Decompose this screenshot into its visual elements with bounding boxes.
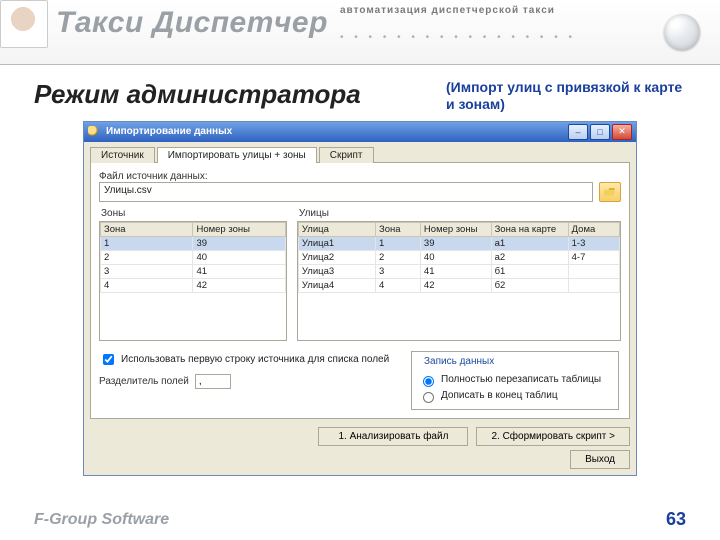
table-row[interactable]: Улица3341б1 [298, 264, 619, 278]
streets-col-zone[interactable]: Зона [375, 222, 420, 236]
table-row[interactable]: 240 [101, 250, 286, 264]
window-title: Импортирование данных [106, 126, 232, 137]
write-mode-group: Запись данных Полностью перезаписать таб… [411, 351, 619, 410]
brand-title: Такси Диспетчер [56, 6, 328, 40]
file-path-input[interactable]: Улицы.csv [99, 182, 593, 202]
maximize-button[interactable]: □ [590, 124, 610, 140]
zones-title: Зоны [99, 208, 287, 219]
window-titlebar[interactable]: Импортирование данных – □ ✕ [84, 122, 636, 142]
firstrow-label: Использовать первую строку источника для… [121, 354, 389, 365]
radio-overwrite[interactable] [423, 376, 434, 387]
table-row[interactable]: 442 [101, 278, 286, 292]
table-row[interactable]: Улица4442б2 [298, 278, 619, 292]
radio-append-label: Дописать в конец таблиц [441, 390, 558, 401]
analyze-button[interactable]: 1. Анализировать файл [318, 427, 468, 446]
close-button[interactable]: ✕ [612, 124, 632, 140]
decorative-orb [664, 14, 700, 50]
file-label: Файл источник данных: [99, 171, 621, 182]
radio-append[interactable] [423, 392, 434, 403]
tab-script[interactable]: Скрипт [319, 147, 374, 163]
page-subtitle: (Импорт улиц с привязкой к карте и зонам… [446, 79, 686, 113]
tabs-bar: Источник Импортировать улицы + зоны Скри… [84, 142, 636, 162]
folder-open-icon [604, 187, 616, 197]
app-header: Такси Диспетчер автоматизация диспетчерс… [0, 0, 720, 65]
streets-col-houses[interactable]: Дома [568, 222, 619, 236]
tab-import-streets-zones[interactable]: Импортировать улицы + зоны [157, 147, 317, 163]
table-row[interactable]: Улица2240a24-7 [298, 250, 619, 264]
firstrow-checkbox[interactable] [103, 354, 114, 365]
radio-overwrite-label: Полностью перезаписать таблицы [441, 374, 601, 385]
streets-col-number[interactable]: Номер зоны [420, 222, 491, 236]
window-icon [88, 126, 100, 138]
streets-table-box: Улицы Улица Зона Номер зоны Зона на карт… [297, 208, 621, 341]
zones-table-box: Зоны Зона Номер зоны 139 240 341 44 [99, 208, 287, 341]
zones-col-number[interactable]: Номер зоны [193, 222, 285, 236]
separator-label: Разделитель полей [99, 376, 189, 387]
radio-overwrite-row[interactable]: Полностью перезаписать таблицы [418, 373, 610, 387]
brand-tagline: автоматизация диспетчерской такси [340, 5, 555, 16]
streets-table[interactable]: Улица Зона Номер зоны Зона на карте Дома… [298, 222, 620, 293]
zones-table[interactable]: Зона Номер зоны 139 240 341 442 [100, 222, 286, 293]
separator-input[interactable] [195, 374, 231, 389]
decorative-dots: • • • • • • • • • • • • • • • • • [340, 32, 576, 43]
table-row[interactable]: Улица1139a11-3 [298, 236, 619, 250]
streets-col-mapzone[interactable]: Зона на карте [491, 222, 568, 236]
firstrow-checkbox-row[interactable]: Использовать первую строку источника для… [99, 351, 399, 368]
build-script-button[interactable]: 2. Сформировать скрипт > [476, 427, 630, 446]
page-title: Режим администратора [34, 79, 361, 110]
exit-button[interactable]: Выход [570, 450, 630, 469]
streets-title: Улицы [297, 208, 621, 219]
radio-append-row[interactable]: Дописать в конец таблиц [418, 389, 610, 403]
write-mode-title: Запись данных [422, 356, 496, 367]
table-row[interactable]: 341 [101, 264, 286, 278]
tab-source[interactable]: Источник [90, 147, 155, 163]
zones-col-zone[interactable]: Зона [101, 222, 193, 236]
tab-panel: Файл источник данных: Улицы.csv Зоны Зон… [90, 162, 630, 419]
footer-company: F-Group Software [34, 511, 169, 529]
footer-page-number: 63 [666, 509, 686, 530]
table-row[interactable]: 139 [101, 236, 286, 250]
open-file-button[interactable] [599, 182, 621, 202]
dialog-window: Импортирование данных – □ ✕ Источник Имп… [83, 121, 637, 476]
streets-col-street[interactable]: Улица [298, 222, 375, 236]
minimize-button[interactable]: – [568, 124, 588, 140]
